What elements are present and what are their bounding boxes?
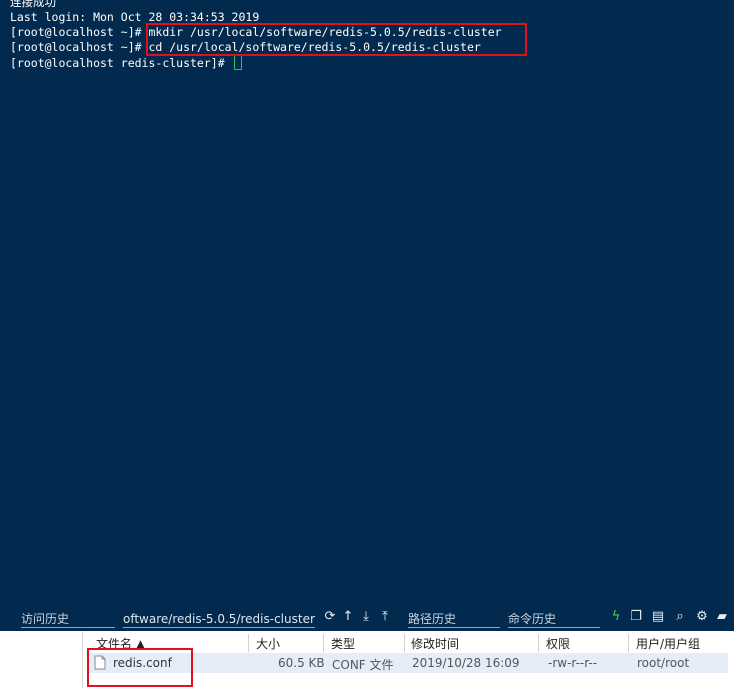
file-permissions: -rw-r--r-- [548, 656, 598, 670]
column-divider[interactable] [628, 634, 629, 652]
folder-open-icon[interactable]: ▰ [714, 609, 730, 625]
bottom-toolbar: 访问历史 oftware/redis-5.0.5/redis-cluster ⟳… [0, 603, 734, 631]
search-icon[interactable]: ⌕ [672, 609, 688, 625]
path-history-field[interactable]: 路径历史 [408, 611, 500, 628]
terminal-panel[interactable]: 连接成功 Last login: Mon Oct 28 03:34:53 201… [0, 0, 734, 603]
column-header-modified[interactable]: 修改时间 [411, 635, 459, 652]
download-icon[interactable]: ⤓ [358, 609, 374, 625]
terminal-line-prompt: [root@localhost redis-cluster]# [10, 55, 242, 70]
lightning-icon[interactable]: ϟ [608, 609, 624, 625]
file-panel: 文件名 ▲ 大小 类型 修改时间 权限 用户/用户组 redis.conf 60… [0, 631, 734, 688]
file-owner: root/root [637, 656, 690, 670]
column-header-size[interactable]: 大小 [256, 635, 280, 652]
column-divider[interactable] [323, 634, 324, 652]
visit-history-field[interactable]: 访问历史 [21, 611, 115, 628]
highlight-box-file [87, 648, 193, 687]
terminal-cursor [233, 55, 242, 70]
column-divider[interactable] [538, 634, 539, 652]
up-arrow-icon[interactable]: ↑ [340, 609, 356, 625]
file-size: 60.5 KB [278, 656, 325, 670]
highlight-box-commands [146, 23, 527, 56]
file-type: CONF 文件 [332, 658, 394, 672]
upload-icon[interactable]: ⤒ [377, 609, 393, 625]
folder-tree-pane[interactable] [0, 631, 83, 688]
prompt-text: [root@localhost redis-cluster]# [10, 56, 232, 70]
terminal-line-connect: 连接成功 [10, 0, 56, 9]
column-divider[interactable] [404, 634, 405, 652]
path-field[interactable]: oftware/redis-5.0.5/redis-cluster [123, 611, 315, 628]
copy-icon[interactable]: ❐ [628, 609, 644, 625]
refresh-icon[interactable]: ⟳ [322, 609, 338, 625]
file-modified: 2019/10/28 16:09 [412, 656, 520, 670]
column-header-type[interactable]: 类型 [331, 635, 355, 652]
column-header-owner[interactable]: 用户/用户组 [636, 635, 700, 652]
paste-icon[interactable]: ▤ [650, 609, 666, 625]
gear-icon[interactable]: ⚙ [694, 609, 710, 625]
column-header-permissions[interactable]: 权限 [546, 635, 570, 652]
command-history-field[interactable]: 命令历史 [508, 611, 600, 628]
terminal-line-last-login: Last login: Mon Oct 28 03:34:53 2019 [10, 10, 260, 24]
column-divider[interactable] [248, 634, 249, 652]
